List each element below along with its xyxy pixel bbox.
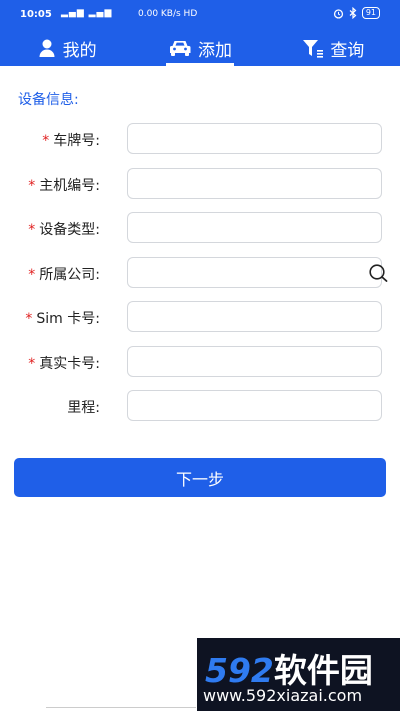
tab-query[interactable]: 查询 bbox=[267, 30, 400, 66]
required-mark: * bbox=[42, 133, 50, 149]
watermark-logo: 592软件园 bbox=[205, 651, 373, 690]
device-type-input[interactable] bbox=[127, 212, 382, 243]
field-label-real-card: * 真实卡号: bbox=[28, 356, 100, 372]
field-label-mileage: 里程: bbox=[67, 400, 100, 416]
watermark: 592软件园 www.592xiazai.com bbox=[197, 638, 400, 711]
field-label-device-type: * 设备类型: bbox=[28, 222, 100, 238]
form-row-mileage: 里程: bbox=[0, 390, 400, 422]
field-label-sim: * Sim 卡号: bbox=[25, 311, 100, 327]
required-mark: * bbox=[28, 222, 36, 238]
battery-icon: 91 bbox=[361, 7, 380, 19]
form-row-host-id: * 主机编号: bbox=[0, 168, 400, 200]
required-mark: * bbox=[28, 356, 36, 372]
watermark-url: www.592xiazai.com bbox=[203, 686, 363, 705]
filter-icon bbox=[303, 40, 324, 58]
status-bar: 10:05 ▂▄▆ ▂▄▆ 0.00 KB/s HD 91 bbox=[0, 0, 400, 30]
form-row-company: * 所属公司: bbox=[0, 257, 400, 289]
status-right-icons: 91 bbox=[333, 7, 380, 19]
network-speed: 0.00 KB/s HD bbox=[138, 9, 198, 19]
real-card-input[interactable] bbox=[127, 346, 382, 377]
tab-mine[interactable]: 我的 bbox=[0, 30, 133, 66]
tab-add[interactable]: 添加 bbox=[133, 30, 266, 66]
form-row-device-type: * 设备类型: bbox=[0, 212, 400, 244]
form-row-plate: * 车牌号: bbox=[0, 123, 400, 155]
field-label-company: * 所属公司: bbox=[28, 267, 100, 283]
field-label-host-id: * 主机编号: bbox=[28, 178, 100, 194]
required-mark: * bbox=[25, 311, 33, 327]
search-icon[interactable] bbox=[368, 263, 388, 283]
plate-number-input[interactable] bbox=[127, 123, 382, 154]
mileage-input[interactable] bbox=[127, 390, 382, 421]
status-time: 10:05 bbox=[20, 9, 52, 20]
bluetooth-icon bbox=[349, 7, 357, 19]
tab-mine-label: 我的 bbox=[62, 40, 97, 61]
car-icon bbox=[169, 41, 191, 56]
tab-add-label: 添加 bbox=[197, 40, 232, 61]
next-step-button[interactable]: 下一步 bbox=[14, 458, 386, 497]
top-nav: 我的 添加 查询 bbox=[0, 30, 400, 66]
sim-number-input[interactable] bbox=[127, 301, 382, 332]
required-mark: * bbox=[28, 178, 36, 194]
host-id-input[interactable] bbox=[127, 168, 382, 199]
field-label-plate: * 车牌号: bbox=[42, 133, 100, 149]
divider bbox=[46, 707, 196, 708]
alarm-icon bbox=[333, 8, 343, 19]
person-icon bbox=[39, 39, 55, 57]
tab-query-label: 查询 bbox=[330, 40, 365, 61]
form-row-sim: * Sim 卡号: bbox=[0, 301, 400, 333]
signal-icon: ▂▄▆ ▂▄▆ bbox=[61, 8, 113, 18]
required-mark: * bbox=[28, 267, 36, 283]
form-row-real-card: * 真实卡号: bbox=[0, 346, 400, 378]
company-input[interactable] bbox=[127, 257, 382, 288]
section-title: 设备信息: bbox=[18, 92, 79, 108]
